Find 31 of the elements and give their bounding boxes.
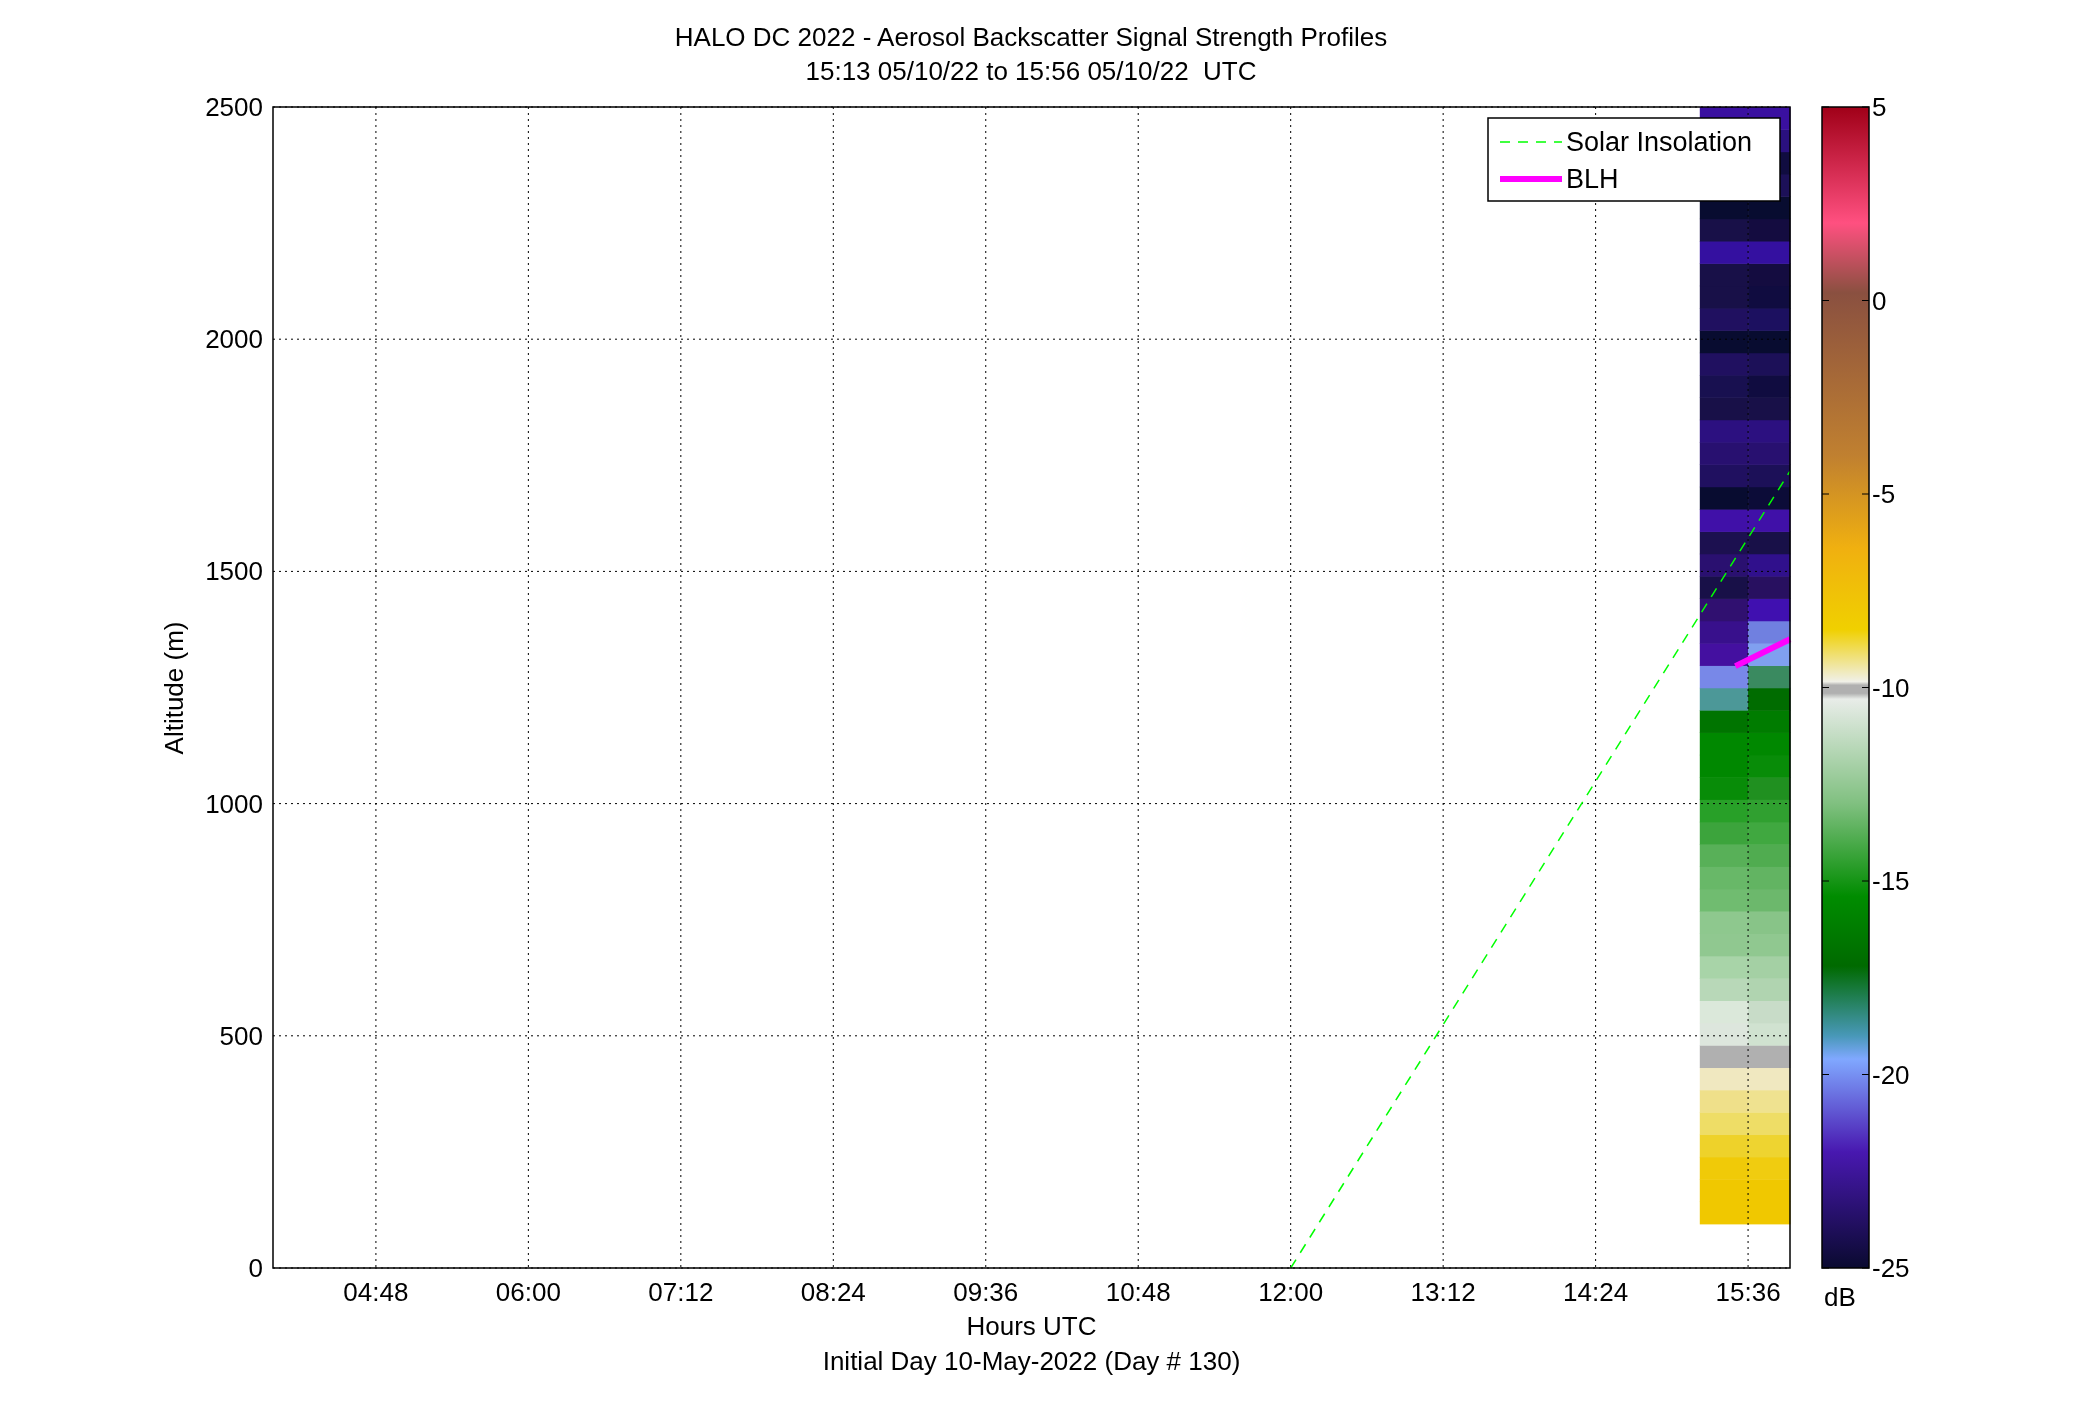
- colorbar-tick-label: -20: [1872, 1059, 1910, 1090]
- y-tick-label: 500: [219, 1020, 263, 1051]
- legend-label: Solar Insolation: [1566, 127, 1753, 157]
- colorbar-tick-label: 0: [1872, 285, 1887, 316]
- x-tick-label: 08:24: [800, 1277, 866, 1307]
- y-tick-label: 2500: [205, 92, 263, 122]
- x-tick-label: 13:12: [1410, 1277, 1476, 1307]
- colorbar-tick-label: -5: [1872, 479, 1896, 509]
- legend-label: BLH: [1566, 164, 1619, 194]
- colorbar-tick-label: 5: [1872, 92, 1887, 122]
- colorbar-label: dB: [1824, 1282, 1856, 1312]
- x-tick-label: 09:36: [953, 1277, 1019, 1307]
- x-tick-label: 07:12: [648, 1277, 714, 1307]
- x-tick-label: 06:00: [495, 1277, 561, 1307]
- x-axis-label: Hours UTC: [966, 1311, 1097, 1341]
- x-tick-label: 15:36: [1715, 1277, 1781, 1307]
- y-tick-label: 1000: [205, 788, 263, 819]
- colorbar-tick-label: -10: [1872, 672, 1910, 703]
- y-tick-label: 0: [248, 1253, 263, 1283]
- x-tick-label: 12:00: [1258, 1277, 1324, 1307]
- y-tick-label: 2000: [205, 324, 263, 355]
- y-axis-label: Altitude (m): [159, 621, 189, 755]
- colorbar-tick-label: -25: [1872, 1253, 1910, 1283]
- x-tick-label: 10:48: [1105, 1277, 1171, 1307]
- chart-title: 15:13 05/10/22 to 15:56 05/10/22 UTC: [805, 55, 1257, 88]
- figure-caption: Initial Day 10-May-2022 (Day # 130): [822, 1346, 1241, 1376]
- colorbar-tick-label: -15: [1872, 866, 1910, 896]
- chart-title: HALO DC 2022 - Aerosol Backscatter Signal Strength Profiles: [674, 21, 1388, 54]
- y-tick-label: 1500: [205, 556, 263, 587]
- x-tick-label: 14:24: [1563, 1277, 1629, 1307]
- x-tick-label: 04:48: [343, 1277, 409, 1307]
